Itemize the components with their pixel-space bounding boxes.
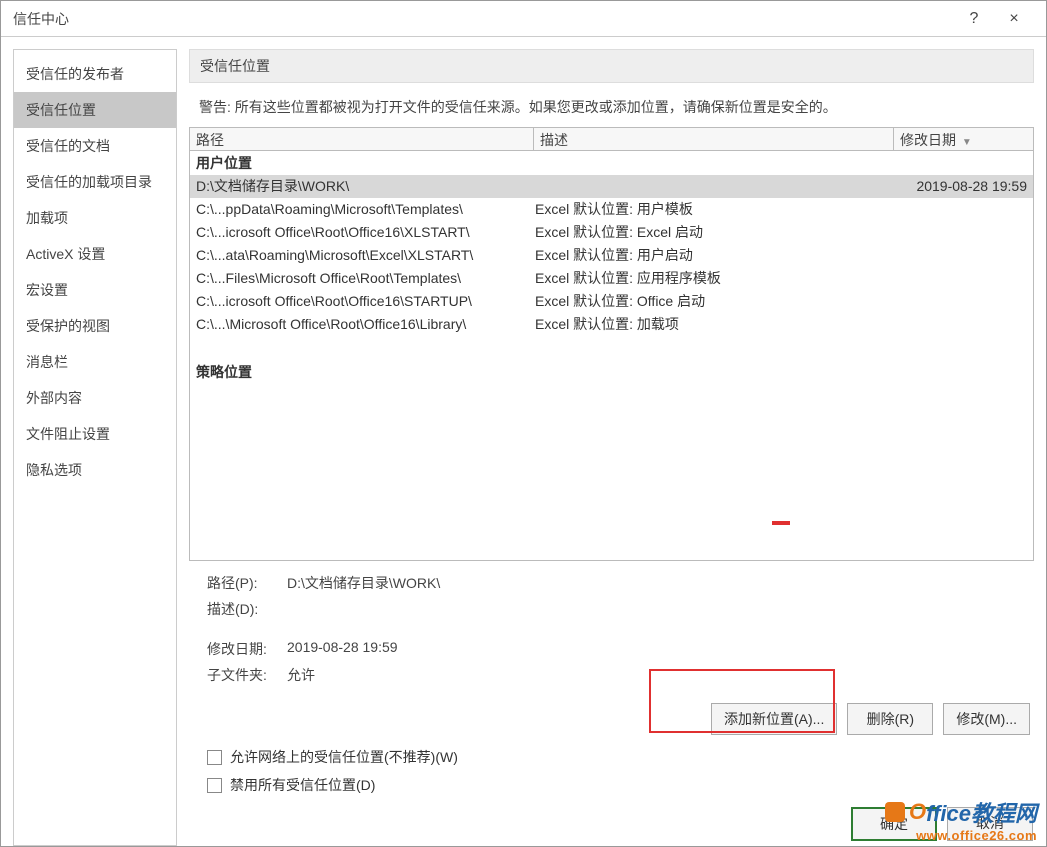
row-date	[897, 245, 1027, 266]
disable-all-label: 禁用所有受信任位置(D)	[230, 775, 375, 795]
locations-table-header: 路径 描述 修改日期 ▼	[189, 127, 1034, 151]
detail-date-value: 2019-08-28 19:59	[287, 639, 398, 659]
table-row[interactable]: C:\...icrosoft Office\Root\Office16\STAR…	[190, 290, 1033, 313]
row-path: C:\...Files\Microsoft Office\Root\Templa…	[196, 268, 535, 289]
table-row[interactable]: C:\...\Microsoft Office\Root\Office16\Li…	[190, 313, 1033, 336]
row-path: C:\...ppData\Roaming\Microsoft\Templates…	[196, 199, 535, 220]
allow-network-label: 允许网络上的受信任位置(不推荐)(W)	[230, 747, 458, 767]
table-row[interactable]: C:\...icrosoft Office\Root\Office16\XLST…	[190, 221, 1033, 244]
dialog-footer-buttons: 确定 取消	[851, 807, 1033, 841]
detail-date-label: 修改日期:	[207, 639, 287, 659]
sidebar-item-file-block[interactable]: 文件阻止设置	[14, 416, 176, 452]
row-path: D:\文档储存目录\WORK\	[196, 176, 535, 197]
table-row[interactable]: C:\...Files\Microsoft Office\Root\Templa…	[190, 267, 1033, 290]
row-desc: Excel 默认位置: Excel 启动	[535, 222, 897, 243]
detail-path-value: D:\文档储存目录\WORK\	[287, 573, 440, 593]
sidebar-item-trusted-locations[interactable]: 受信任位置	[14, 92, 176, 128]
sidebar-item-trusted-docs[interactable]: 受信任的文档	[14, 128, 176, 164]
sidebar-item-external-content[interactable]: 外部内容	[14, 380, 176, 416]
locations-list[interactable]: 用户位置 D:\文档储存目录\WORK\ 2019-08-28 19:59 C:…	[189, 151, 1034, 561]
help-button[interactable]: ?	[954, 10, 994, 28]
dialog-body: 受信任的发布者 受信任位置 受信任的文档 受信任的加载项目录 加载项 Activ…	[1, 37, 1046, 846]
sort-arrow-icon: ▼	[962, 137, 972, 148]
row-date	[897, 291, 1027, 312]
remove-location-button[interactable]: 删除(R)	[847, 703, 933, 735]
row-desc: Excel 默认位置: 用户模板	[535, 199, 897, 220]
row-date	[897, 268, 1027, 289]
row-desc: Excel 默认位置: 应用程序模板	[535, 268, 897, 289]
table-row[interactable]: D:\文档储存目录\WORK\ 2019-08-28 19:59	[190, 175, 1033, 198]
main-panel: 受信任位置 警告: 所有这些位置都被视为打开文件的受信任来源。如果您更改或添加位…	[189, 49, 1034, 846]
ok-button[interactable]: 确定	[851, 807, 937, 841]
detail-path-label: 路径(P):	[207, 573, 287, 593]
section-title: 受信任位置	[189, 49, 1034, 83]
row-date	[897, 199, 1027, 220]
row-desc: Excel 默认位置: 加载项	[535, 314, 897, 335]
warning-text: 警告: 所有这些位置都被视为打开文件的受信任来源。如果您更改或添加位置，请确保新…	[189, 83, 1034, 127]
sidebar: 受信任的发布者 受信任位置 受信任的文档 受信任的加载项目录 加载项 Activ…	[13, 49, 177, 846]
row-date	[897, 222, 1027, 243]
row-desc: Excel 默认位置: Office 启动	[535, 291, 897, 312]
detail-subfolder-label: 子文件夹:	[207, 665, 287, 685]
sidebar-item-macro[interactable]: 宏设置	[14, 272, 176, 308]
disable-all-checkbox-row[interactable]: 禁用所有受信任位置(D)	[207, 775, 1026, 795]
row-desc	[535, 176, 897, 197]
row-path: C:\...\Microsoft Office\Root\Office16\Li…	[196, 314, 535, 335]
window-title: 信任中心	[13, 9, 954, 29]
detail-subfolder-value: 允许	[287, 665, 315, 685]
annotation-mark-icon	[772, 521, 790, 525]
sidebar-item-addins[interactable]: 加载项	[14, 200, 176, 236]
add-location-button[interactable]: 添加新位置(A)...	[711, 703, 837, 735]
sidebar-item-activex[interactable]: ActiveX 设置	[14, 236, 176, 272]
sidebar-item-message-bar[interactable]: 消息栏	[14, 344, 176, 380]
row-path: C:\...icrosoft Office\Root\Office16\STAR…	[196, 291, 535, 312]
col-header-date[interactable]: 修改日期 ▼	[894, 128, 1034, 150]
options-checkboxes: 允许网络上的受信任位置(不推荐)(W) 禁用所有受信任位置(D)	[189, 743, 1034, 803]
cancel-button[interactable]: 取消	[947, 807, 1033, 841]
sidebar-item-addin-catalogs[interactable]: 受信任的加载项目录	[14, 164, 176, 200]
allow-network-checkbox-row[interactable]: 允许网络上的受信任位置(不推荐)(W)	[207, 747, 1026, 767]
modify-location-button[interactable]: 修改(M)...	[943, 703, 1030, 735]
table-row[interactable]: C:\...ppData\Roaming\Microsoft\Templates…	[190, 198, 1033, 221]
row-path: C:\...ata\Roaming\Microsoft\Excel\XLSTAR…	[196, 245, 535, 266]
detail-desc-label: 描述(D):	[207, 599, 287, 619]
group-policy-locations: 策略位置	[190, 360, 1033, 384]
sidebar-item-protected-view[interactable]: 受保护的视图	[14, 308, 176, 344]
sidebar-item-privacy[interactable]: 隐私选项	[14, 452, 176, 488]
row-path: C:\...icrosoft Office\Root\Office16\XLST…	[196, 222, 535, 243]
checkbox-icon[interactable]	[207, 750, 222, 765]
col-header-date-label: 修改日期	[900, 132, 956, 148]
location-buttons: 添加新位置(A)... 删除(R) 修改(M)...	[189, 695, 1034, 743]
col-header-desc[interactable]: 描述	[534, 128, 894, 150]
col-header-path[interactable]: 路径	[189, 128, 534, 150]
sidebar-item-publishers[interactable]: 受信任的发布者	[14, 56, 176, 92]
checkbox-icon[interactable]	[207, 778, 222, 793]
row-desc: Excel 默认位置: 用户启动	[535, 245, 897, 266]
close-button[interactable]: ×	[994, 10, 1034, 28]
titlebar: 信任中心 ? ×	[1, 1, 1046, 37]
table-row[interactable]: C:\...ata\Roaming\Microsoft\Excel\XLSTAR…	[190, 244, 1033, 267]
row-date	[897, 314, 1027, 335]
group-user-locations: 用户位置	[190, 151, 1033, 175]
details-panel: 路径(P): D:\文档储存目录\WORK\ 描述(D): 修改日期: 2019…	[189, 561, 1034, 695]
row-date: 2019-08-28 19:59	[897, 176, 1027, 197]
